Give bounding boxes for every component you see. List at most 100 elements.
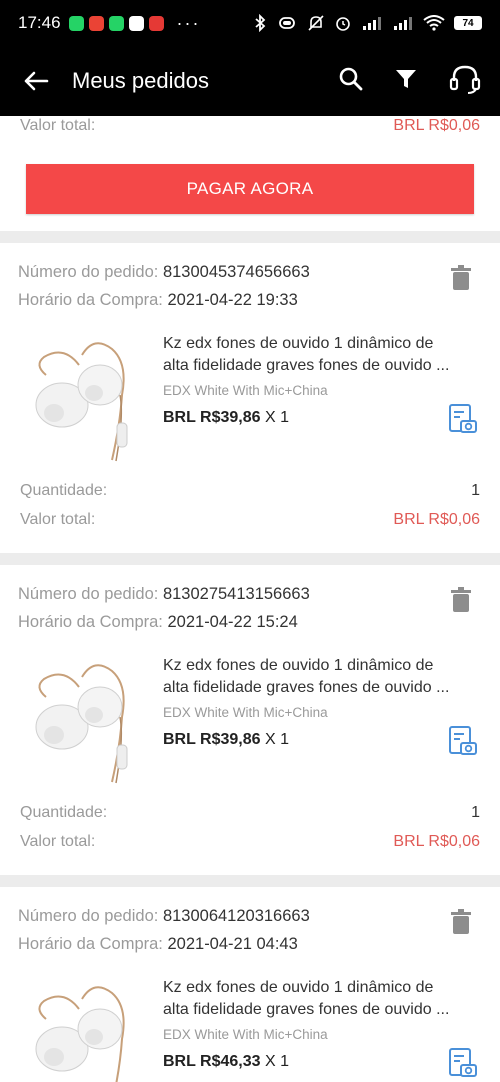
total-row: Valor total: BRL R$0,06 [0, 116, 500, 136]
customer-service-button[interactable] [448, 64, 482, 99]
order-time-value: 2021-04-22 15:24 [167, 613, 298, 631]
photo-review-icon [449, 1048, 477, 1077]
vibrate-icon [279, 17, 295, 29]
product-price: BRL R$39,86 [163, 731, 261, 748]
order-time: Horário da Compra: 2021-04-22 15:24 [18, 613, 298, 632]
product-title[interactable]: Kz edx fones de ouvido 1 dinâmico de alt… [163, 333, 473, 377]
trash-icon [451, 909, 471, 934]
mute-bell-icon [308, 15, 324, 31]
headset-icon [449, 65, 481, 94]
order-time-label: Horário da Compra: [18, 613, 163, 631]
mail-app-icon [88, 15, 104, 31]
review-button[interactable] [448, 1047, 478, 1082]
product-title-line1: Kz edx fones de ouvido 1 dinâmico de [163, 979, 434, 996]
signal-1-icon [363, 17, 381, 30]
page-title: Meus pedidos [72, 68, 209, 93]
total-row: Valor total: BRL R$0,06 [0, 505, 500, 535]
product-price: BRL R$46,33 [163, 1053, 261, 1070]
earphones-icon [35, 986, 125, 1082]
order-time-value: 2021-04-22 19:33 [167, 291, 298, 309]
quantity-row: Quantidade: 1 [0, 477, 500, 505]
trash-icon [451, 587, 471, 612]
product-image[interactable] [24, 335, 148, 465]
product-variant: EDX White With Mic+China [163, 1027, 328, 1042]
product-title-line2: alta fidelidade graves fones de ouvido .… [163, 357, 450, 374]
signal-2-icon [394, 17, 412, 30]
order-card[interactable]: Número do pedido: 8130064120316663 Horár… [0, 887, 500, 1082]
earphones-icon [35, 342, 128, 462]
order-time-label: Horário da Compra: [18, 935, 163, 953]
status-time: 17:46 [18, 13, 61, 32]
alarm-icon [336, 17, 350, 31]
product-price-row: BRL R$39,86 X 1 [163, 731, 289, 749]
order-summary: Quantidade: 1 Valor total: BRL R$0,06 [0, 799, 500, 857]
total-value: BRL R$0,06 [393, 833, 480, 850]
pay-now-button[interactable]: PAGAR AGORA [26, 164, 474, 214]
earphones-icon [35, 664, 128, 784]
photo-review-icon [449, 404, 477, 433]
delete-order-button[interactable] [450, 909, 472, 940]
order-card[interactable]: Número do pedido: 8130275413156663 Horár… [0, 565, 500, 875]
search-button[interactable] [338, 66, 364, 97]
quantity-label: Quantidade: [20, 482, 108, 499]
review-button[interactable] [448, 403, 478, 440]
order-card-partial: Valor total: BRL R$0,06 PAGAR AGORA [0, 116, 500, 231]
total-row: Valor total: BRL R$0,06 [0, 827, 500, 857]
status-bar: 17:46 ··· 74 [0, 0, 500, 46]
orders-list[interactable]: Valor total: BRL R$0,06 PAGAR AGORA Núme… [0, 116, 500, 1082]
total-value: BRL R$0,06 [393, 117, 480, 134]
order-number: Número do pedido: 8130064120316663 [18, 907, 310, 926]
trash-icon [451, 265, 471, 290]
product-variant: EDX White With Mic+China [163, 705, 328, 720]
order-number-value: 8130045374656663 [162, 263, 310, 281]
total-label: Valor total: [20, 833, 96, 850]
order-number: Número do pedido: 8130045374656663 [18, 263, 310, 282]
gmail-icon [128, 15, 144, 31]
quantity-label: Quantidade: [20, 804, 108, 821]
delete-order-button[interactable] [450, 587, 472, 618]
product-price-row: BRL R$46,33 X 1 [163, 1053, 289, 1071]
total-value: BRL R$0,06 [393, 511, 480, 528]
order-number-value: 8130275413156663 [162, 585, 310, 603]
product-image[interactable] [24, 657, 148, 787]
wifi-icon [423, 15, 445, 31]
total-label: Valor total: [20, 117, 96, 134]
product-qty: X 1 [264, 409, 289, 426]
header-actions [338, 64, 500, 99]
product-title-line2: alta fidelidade graves fones de ouvido .… [163, 1001, 450, 1018]
delete-order-button[interactable] [450, 265, 472, 296]
review-button[interactable] [448, 725, 478, 762]
order-time-label: Horário da Compra: [18, 291, 163, 309]
product-title-line1: Kz edx fones de ouvido 1 dinâmico de [163, 335, 434, 352]
back-button[interactable] [0, 70, 72, 92]
total-label: Valor total: [20, 511, 96, 528]
order-number-label: Número do pedido: [18, 263, 159, 281]
product-title-line1: Kz edx fones de ouvido 1 dinâmico de [163, 657, 434, 674]
whatsapp-icon [68, 15, 84, 31]
order-number-value: 8130064120316663 [162, 907, 310, 925]
product-image[interactable] [24, 979, 148, 1082]
bluetooth-icon [255, 14, 266, 32]
filter-icon [396, 69, 416, 88]
search-icon [339, 67, 363, 90]
product-qty: X 1 [264, 731, 289, 748]
product-price-row: BRL R$39,86 X 1 [163, 409, 289, 427]
photo-review-icon [449, 726, 477, 755]
youtube-icon [148, 15, 164, 31]
status-right: 74 [253, 14, 482, 32]
back-arrow-icon [24, 71, 49, 91]
product-qty: X 1 [264, 1053, 289, 1070]
quantity-value: 1 [471, 482, 480, 499]
quantity-value: 1 [471, 804, 480, 821]
product-title[interactable]: Kz edx fones de ouvido 1 dinâmico de alt… [163, 655, 473, 699]
order-card[interactable]: Número do pedido: 8130045374656663 Horár… [0, 243, 500, 553]
product-title[interactable]: Kz edx fones de ouvido 1 dinâmico de alt… [163, 977, 473, 1021]
product-variant: EDX White With Mic+China [163, 383, 328, 398]
product-price: BRL R$39,86 [163, 409, 261, 426]
app-bar: Meus pedidos [0, 46, 500, 116]
filter-button[interactable] [394, 67, 418, 96]
more-notifications-icon: ··· [176, 12, 201, 33]
order-number-label: Número do pedido: [18, 907, 159, 925]
order-time: Horário da Compra: 2021-04-22 19:33 [18, 291, 298, 310]
order-number: Número do pedido: 8130275413156663 [18, 585, 310, 604]
